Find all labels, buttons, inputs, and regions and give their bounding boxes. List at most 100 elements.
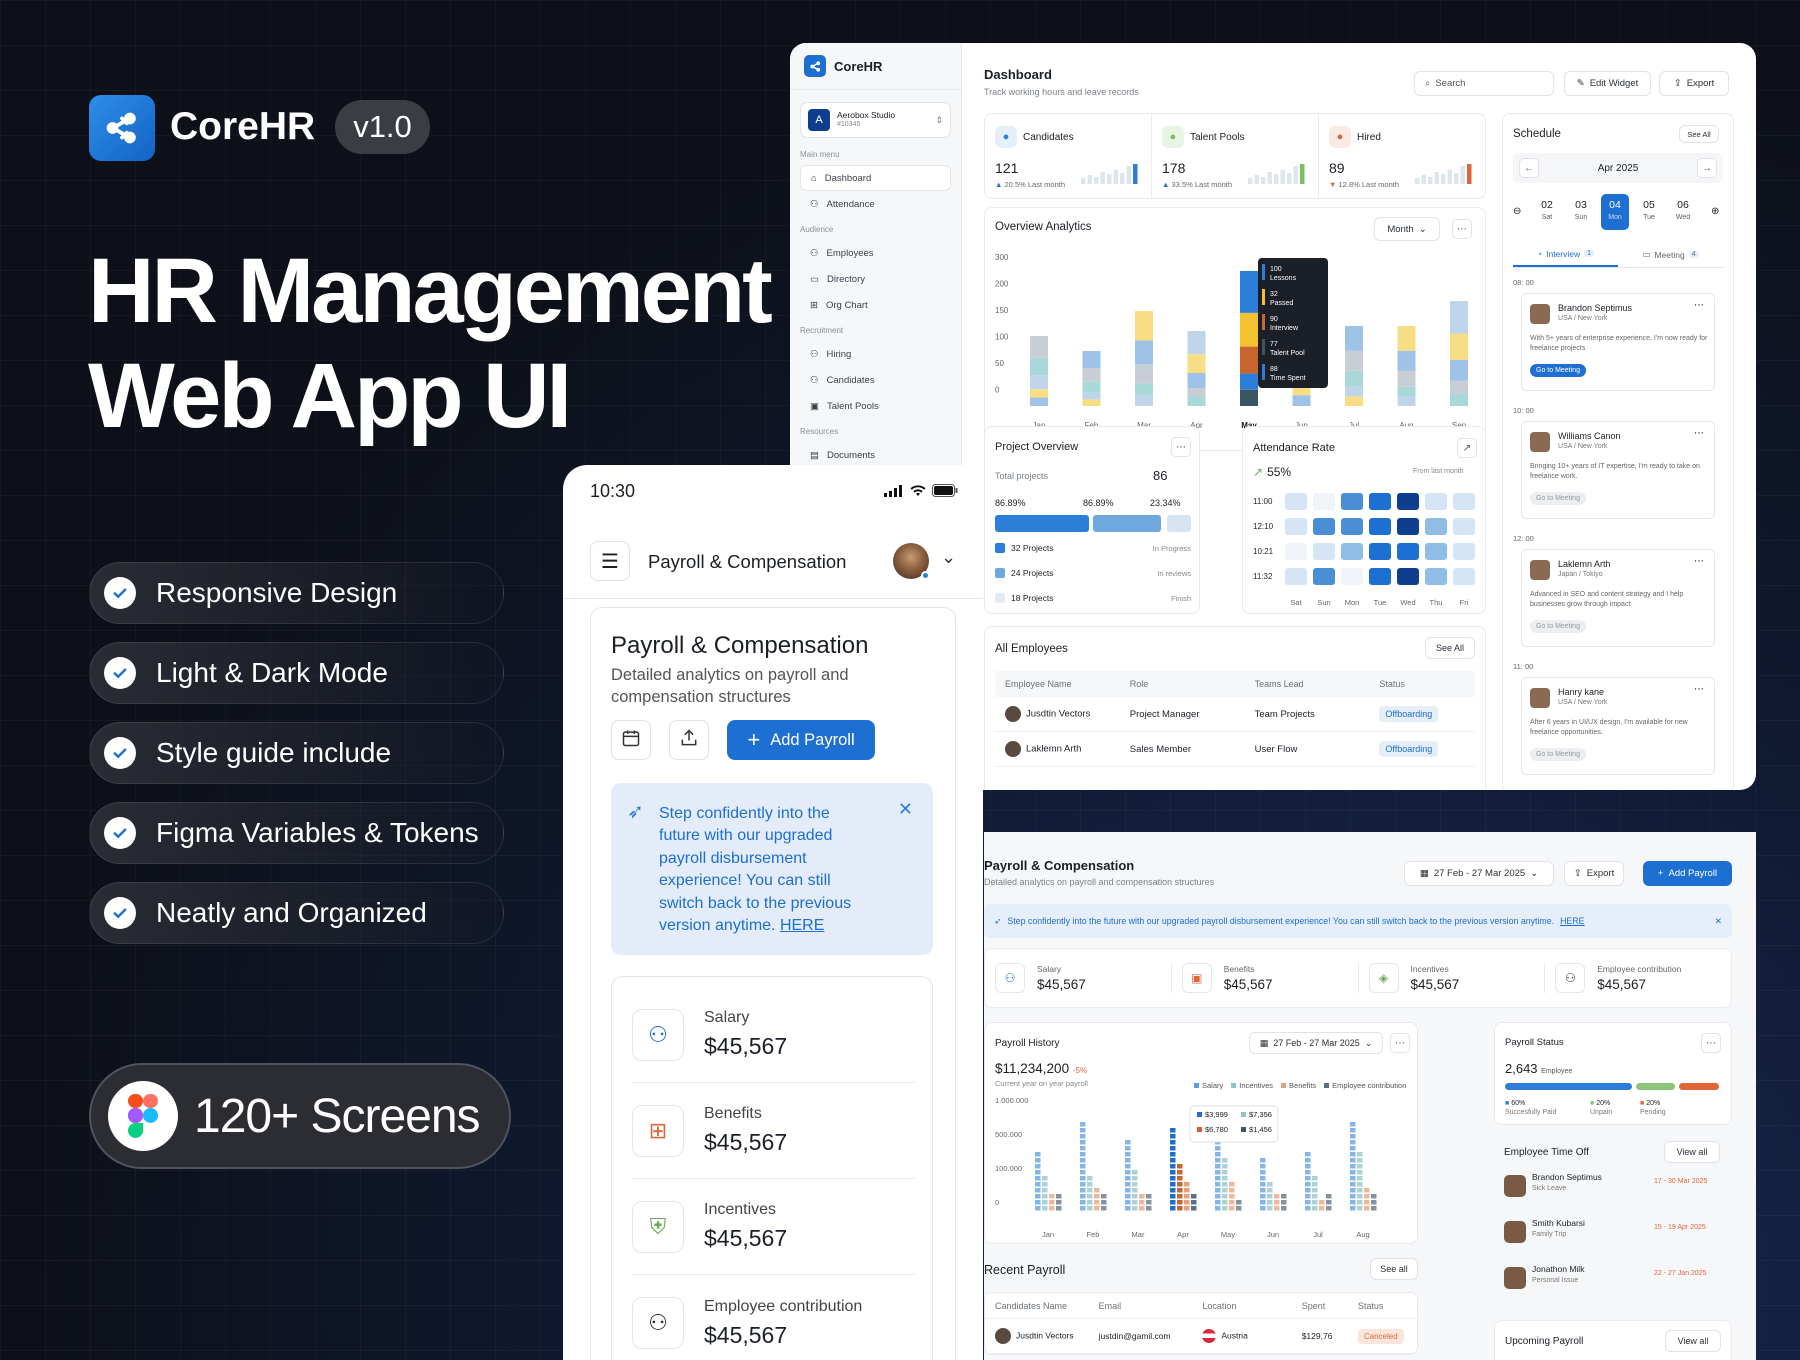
day-cell[interactable]: 02 Sat: [1533, 194, 1561, 230]
export-button[interactable]: ⇪ Export: [1659, 71, 1729, 96]
mobile-banner-link[interactable]: HERE: [780, 917, 824, 934]
day-cell[interactable]: 04 Mon: [1601, 194, 1629, 230]
sidebar-item-talent-pools[interactable]: ▣ Talent Pools: [790, 393, 961, 419]
close-icon[interactable]: ✕: [1715, 916, 1722, 927]
sidebar-item-employees[interactable]: ⚇ Employees: [790, 240, 961, 266]
history-bar-cell: [1035, 1152, 1041, 1157]
history-bar-cell: [1222, 1170, 1228, 1175]
chevron-updown-icon: ⇕: [935, 114, 943, 125]
recent-see-all-button[interactable]: See all: [1370, 1258, 1418, 1280]
x-tick-label: May: [1221, 1230, 1235, 1239]
arrow-right-icon[interactable]: →: [1697, 158, 1717, 178]
share-button[interactable]: [669, 720, 709, 760]
y-tick-label: 150: [995, 306, 1009, 315]
schedule-see-all-button[interactable]: See All: [1679, 125, 1719, 143]
history-bar-cell: [1312, 1182, 1318, 1187]
overview-bar-segment: [1397, 386, 1416, 397]
menu-icon[interactable]: ☰: [590, 541, 630, 581]
tab-meeting[interactable]: ▭ Meeting 4: [1618, 242, 1723, 267]
sidebar-item-hiring[interactable]: ⚇ Hiring: [790, 341, 961, 367]
battery-icon: [932, 484, 958, 502]
payroll-window: Payroll & Compensation Detailed analytic…: [984, 832, 1756, 1360]
sidebar-item-dashboard[interactable]: ⌂ Dashboard: [800, 165, 951, 191]
arrow-left-icon[interactable]: ←: [1519, 158, 1539, 178]
day-cell[interactable]: 03 Sun: [1567, 194, 1595, 230]
history-bar-cell: [1191, 1194, 1197, 1199]
hired-icon: ●: [1329, 126, 1351, 148]
event-card[interactable]: Hanry kane USA / New York ⋯ After 6 years i…: [1521, 677, 1715, 775]
overview-bar-segment: [1030, 336, 1048, 358]
status-more-button[interactable]: ⋯: [1701, 1033, 1721, 1053]
online-indicator: [921, 571, 930, 580]
total-projects-value: 86: [1153, 468, 1168, 483]
history-more-button[interactable]: ⋯: [1390, 1033, 1410, 1053]
mobile-add-payroll-button[interactable]: + Add Payroll: [727, 720, 875, 760]
event-card[interactable]: Brandon Septimus USA / New York ⋯ With 5+ y…: [1521, 293, 1715, 391]
period-select[interactable]: Month ⌄: [1374, 217, 1440, 241]
banner-here-link[interactable]: HERE: [1560, 916, 1584, 926]
go-to-meeting-button[interactable]: Go to Meeting: [1530, 748, 1586, 761]
sidebar-item-candidates[interactable]: ⚇ Candidates: [790, 367, 961, 393]
payroll-add-button[interactable]: + Add Payroll: [1643, 861, 1732, 886]
close-icon[interactable]: ✕: [898, 799, 913, 820]
history-bar-cell: [1146, 1194, 1152, 1199]
week-next-icon[interactable]: ⊕: [1711, 206, 1719, 217]
history-bar-cell: [1357, 1170, 1363, 1175]
more-icon[interactable]: ⋯: [1694, 556, 1704, 567]
history-bar-cell: [1319, 1200, 1325, 1205]
history-bar-cell: [1080, 1140, 1086, 1145]
week-prev-icon[interactable]: ⊖: [1513, 206, 1521, 217]
history-date-picker[interactable]: ▦ 27 Feb - 27 Mar 2025 ⌄: [1249, 1032, 1383, 1054]
history-legend: Salary Incentives Benefits Employee contrib…: [1194, 1081, 1406, 1090]
sparkline-bar: [1434, 172, 1439, 184]
payroll-export-button[interactable]: ⇪ Export: [1564, 861, 1624, 886]
chevron-down-icon[interactable]: ⌄: [941, 547, 956, 568]
sparkline-bar: [1421, 175, 1426, 184]
timeoff-view-all-button[interactable]: View all: [1664, 1141, 1720, 1163]
go-to-meeting-button[interactable]: Go to Meeting: [1530, 620, 1586, 633]
history-bar-cell: [1125, 1182, 1131, 1187]
event-card[interactable]: Laklemn Arth Japan / Tokiyo ⋯ Advanced in S…: [1521, 549, 1715, 647]
day-cell[interactable]: 06 Wed: [1669, 194, 1697, 230]
edit-widget-button[interactable]: ✎ Edit Widget: [1564, 71, 1651, 96]
table-row[interactable]: Jusdtin Vectors Project Manager Team Proje…: [995, 697, 1475, 732]
go-to-meeting-button[interactable]: Go to Meeting: [1530, 492, 1586, 505]
history-bar-cell: [1274, 1194, 1280, 1199]
more-options-button[interactable]: ⋯: [1452, 219, 1472, 239]
day-cell[interactable]: 05 Tue: [1635, 194, 1663, 230]
more-icon[interactable]: ⋯: [1694, 684, 1704, 695]
sidebar-item-directory[interactable]: ▭ Directory: [790, 266, 961, 292]
screens-label: 120+ Screens: [194, 1089, 481, 1143]
section-resources: Resources: [800, 427, 839, 436]
more-icon[interactable]: ⋯: [1694, 300, 1704, 311]
feature-item: Light & Dark Mode: [89, 642, 504, 704]
search-input[interactable]: ⌕ Search: [1414, 71, 1554, 96]
calendar-button[interactable]: [611, 720, 651, 760]
history-bar-cell: [1305, 1194, 1311, 1199]
history-bar-cell: [1094, 1200, 1100, 1205]
table-row[interactable]: Jusdtin Vectors justdin@gamil.com Austria $…: [985, 1319, 1417, 1354]
benefits-icon: ▣: [1181, 963, 1212, 993]
svg-text:$6,780: $6,780: [1205, 1125, 1228, 1134]
arrow-up-right-icon[interactable]: ↗: [1457, 438, 1477, 458]
history-bar-cell: [1042, 1194, 1048, 1199]
kpi-label: Talent Pools: [1190, 131, 1245, 143]
sparkline-bar: [1087, 175, 1092, 184]
go-to-meeting-button[interactable]: Go to Meeting: [1530, 364, 1586, 377]
overview-analytics-card: Overview Analytics Month ⌄ ⋯ 300 200 150 100…: [984, 207, 1486, 451]
history-bar-cell: [1170, 1158, 1176, 1163]
tab-interview[interactable]: ◔ Interview 1: [1513, 242, 1618, 267]
event-card[interactable]: Williams Canon USA / New York ⋯ Bringing 10…: [1521, 421, 1715, 519]
project-more-button[interactable]: ⋯: [1171, 437, 1191, 457]
sidebar-item-attendance[interactable]: ⚇ Attendance: [790, 191, 961, 217]
see-all-employees-button[interactable]: See All: [1425, 637, 1475, 659]
sidebar-item-org-chart[interactable]: ⊞ Org Chart: [790, 292, 961, 318]
more-icon[interactable]: ⋯: [1694, 428, 1704, 439]
upcoming-view-all-button[interactable]: View all: [1665, 1330, 1721, 1352]
table-row[interactable]: Laklemn Arth Sales Member User Flow Offboar…: [995, 732, 1475, 767]
date-range-picker[interactable]: ▦ 27 Feb - 27 Mar 2025 ⌄: [1404, 861, 1554, 886]
payroll-metrics: ⚇ Salary $45,567 ▣ Benefits $45,567 ◈ Incentive…: [984, 948, 1732, 1008]
workspace-switcher[interactable]: A Aerobox Studio #10345 ⇕: [800, 102, 951, 138]
history-bar-cell: [1229, 1194, 1235, 1199]
event-time: 11: 00: [1513, 662, 1534, 671]
